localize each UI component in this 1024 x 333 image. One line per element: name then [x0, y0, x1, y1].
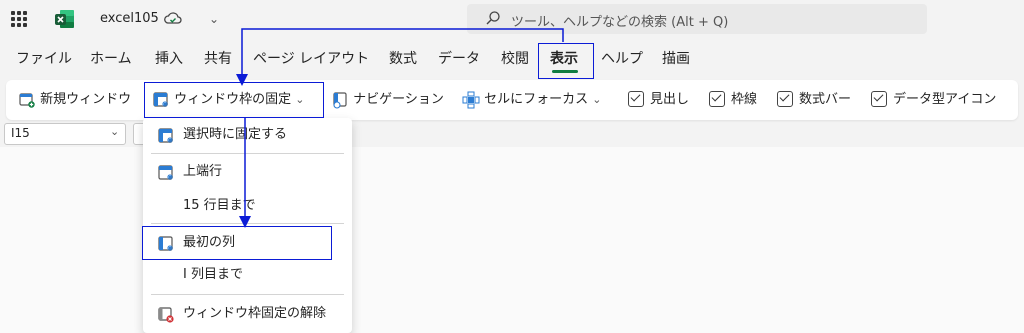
- annotation-arrows: [236, 28, 564, 228]
- annotation-arrow: [236, 28, 564, 86]
